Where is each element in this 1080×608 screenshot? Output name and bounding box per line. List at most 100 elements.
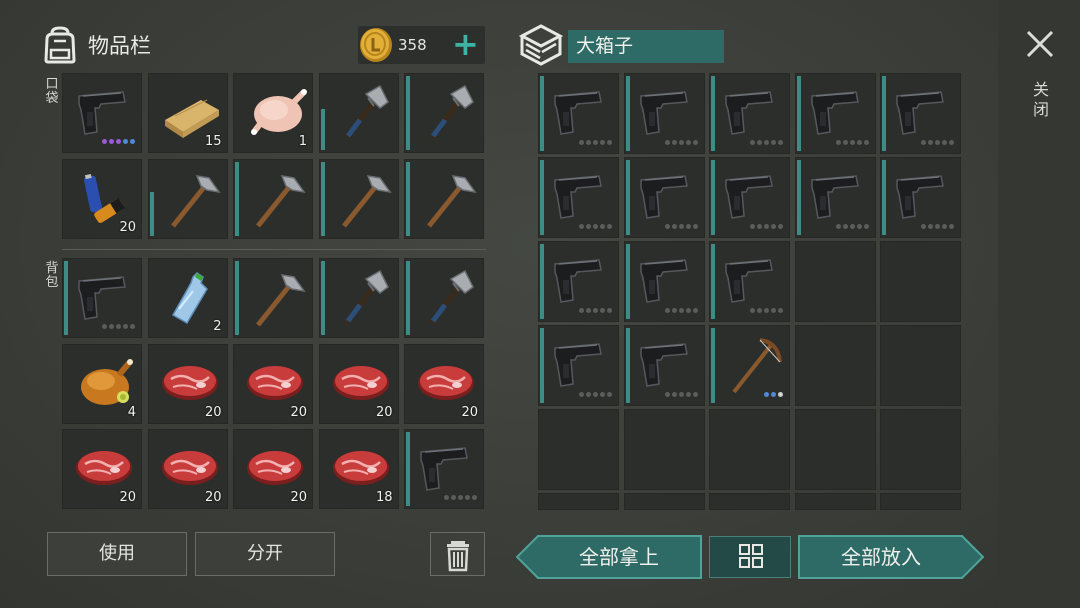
slot-pickaxe-hammer[interactable] [147,158,228,239]
container-slot-pistol[interactable] [709,241,790,322]
upgrade-dots [444,495,477,500]
empty-container-slot[interactable] [794,325,876,406]
slot-pickaxe-hammer[interactable] [233,258,313,338]
slot-steak[interactable]: 20 [233,429,313,509]
upgrade-dots [664,224,698,229]
durability-bar [149,191,154,236]
durability-bar [320,161,325,236]
empty-container-slot[interactable] [880,241,961,322]
container-slot-pistol[interactable] [538,241,619,322]
durability-bar [235,161,239,236]
item-quantity: 20 [461,404,478,420]
container-slot-pistol[interactable] [538,325,619,406]
pistol-icon [725,259,773,303]
container-slot-pistol[interactable] [538,157,619,238]
slot-pistol[interactable] [404,429,484,509]
close-icon[interactable] [1024,28,1056,60]
pistol-icon [554,91,602,135]
container-slot-pistol[interactable] [880,73,961,154]
empty-container-slot[interactable] [880,409,961,490]
use-button[interactable]: 使用 [47,532,187,576]
slot-pickaxe-hammer[interactable] [404,158,484,239]
durability-bar [64,261,68,335]
container-slot-pistol[interactable] [623,73,705,154]
upgrade-dots [750,224,783,229]
container-slot-pistol[interactable] [794,157,876,238]
pickaxe-hammer-icon [341,174,392,228]
slot-wood-plank[interactable]: 15 [147,73,228,153]
slot-raw-chicken[interactable]: 1 [233,73,313,153]
pocket-label: 口袋 [45,77,59,106]
slot-hatchet[interactable] [318,73,399,153]
durability-bar [406,261,410,335]
empty-container-slot[interactable] [538,409,619,490]
slot-steak[interactable]: 20 [318,343,399,424]
empty-container-slot[interactable] [794,493,876,510]
slot-steak[interactable]: 20 [62,429,142,509]
empty-container-slot[interactable] [709,409,790,490]
put-all-button[interactable]: 全部放入 [800,535,962,579]
container-slot-pistol[interactable] [880,157,961,238]
pistol-icon [896,175,944,219]
pistol-icon [554,259,602,303]
steak-icon [76,451,132,485]
slot-pickaxe-hammer[interactable] [318,158,399,239]
add-coins-button[interactable]: + [452,28,479,60]
upgrade-dots [579,308,612,313]
upgrade-dots [579,224,612,229]
pistol-icon [810,175,859,219]
roast-chicken-icon [81,358,133,405]
crate-icon [518,24,564,66]
slot-hatchet[interactable] [318,258,399,338]
empty-container-slot[interactable] [623,493,705,510]
durability-bar [540,160,544,235]
slot-roast-chicken[interactable]: 4 [62,343,142,424]
upgrade-dots [835,140,869,145]
slot-batteries[interactable]: 20 [62,158,142,239]
slot-water-bottle[interactable]: 2 [147,258,228,338]
slot-steak[interactable]: 20 [147,343,228,424]
inventory-header: 物品栏 [40,22,151,68]
durability-bar [882,76,886,151]
empty-container-slot[interactable] [538,493,619,510]
split-button[interactable]: 分开 [195,532,335,576]
pistol-icon [896,91,944,135]
durability-bar [796,76,801,151]
empty-container-slot[interactable] [880,325,961,406]
container-slot-pistol[interactable] [709,157,790,238]
container-slot-pistol[interactable] [794,73,876,154]
backpack-icon [44,26,76,64]
slot-steak[interactable]: 20 [233,343,313,424]
container-slot-pistol[interactable] [538,73,619,154]
empty-container-slot[interactable] [623,409,705,490]
container-slot-pistol[interactable] [623,241,705,322]
slot-hatchet[interactable] [404,258,484,338]
trash-button[interactable] [430,532,485,576]
slot-steak[interactable]: 20 [404,343,484,424]
durability-bar [625,328,630,403]
slot-pickaxe-hammer[interactable] [233,158,313,239]
empty-container-slot[interactable] [794,241,876,322]
slot-hatchet[interactable] [404,73,484,153]
slot-steak[interactable]: 18 [318,429,399,509]
slot-pistol[interactable] [62,258,142,338]
upgrade-dots [764,392,783,397]
durability-bar [711,160,715,235]
crossbow-icon [732,338,782,394]
container-slot-pistol[interactable] [623,157,705,238]
upgrade-dots [921,224,954,229]
container-slot-pistol[interactable] [623,325,705,406]
empty-container-slot[interactable] [709,493,790,510]
close-label[interactable]: 关闭 [1032,80,1050,120]
slot-pistol[interactable] [62,73,142,153]
empty-container-slot[interactable] [794,409,876,490]
durability-bar [711,76,715,151]
view-toggle-button[interactable] [709,536,791,578]
empty-container-slot[interactable] [880,493,961,510]
batteries-icon [83,173,125,223]
take-all-button[interactable]: 全部拿上 [538,535,700,579]
container-slot-pistol[interactable] [709,73,790,154]
container-slot-crossbow[interactable] [709,325,790,406]
item-quantity: 20 [290,490,307,505]
slot-steak[interactable]: 20 [147,429,228,509]
